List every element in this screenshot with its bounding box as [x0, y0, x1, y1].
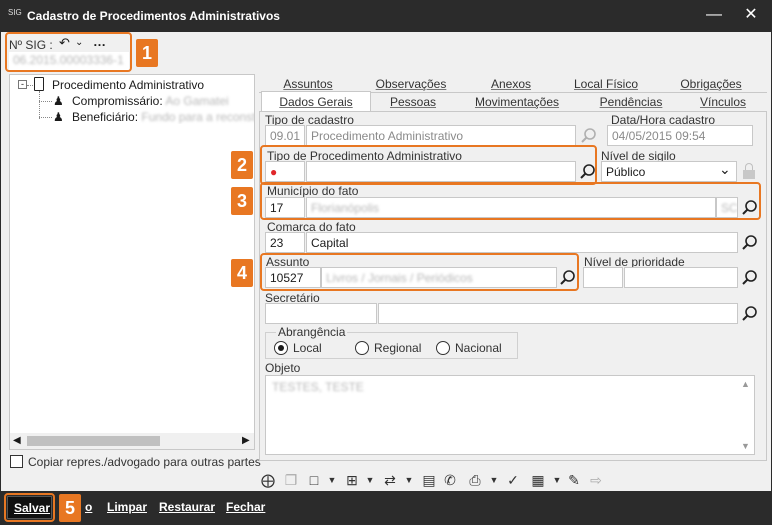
hidden-button-label[interactable]: o — [85, 500, 92, 514]
objeto-value: TESTES, TESTE — [272, 380, 364, 394]
badge-3: 3 — [231, 187, 253, 215]
document-icon — [34, 77, 44, 91]
search-icon[interactable] — [741, 234, 759, 252]
folder-icon[interactable]: □ — [305, 471, 323, 489]
restore-button[interactable]: Restaurar — [159, 500, 215, 514]
prioridade-field[interactable] — [624, 267, 738, 288]
comarca-field[interactable]: Capital — [306, 232, 738, 253]
tree-item-label: Beneficiário: — [72, 110, 139, 124]
copy-checkbox[interactable] — [10, 455, 23, 468]
abrangencia-label: Abrangência — [276, 325, 348, 339]
objeto-label: Objeto — [265, 361, 301, 375]
clear-button[interactable]: Limpar — [107, 500, 147, 514]
highlight-3 — [260, 182, 761, 220]
app-icon-text: SIG — [8, 8, 22, 17]
objeto-textarea[interactable]: TESTES, TESTE — [265, 375, 755, 455]
tab-local-fisico[interactable]: Local Físico — [561, 77, 651, 94]
chevron-down-icon[interactable]: ⌄ — [719, 161, 731, 178]
highlight-1 — [5, 32, 132, 72]
search-icon[interactable] — [741, 305, 759, 323]
window-title: Cadastro de Procedimentos Administrativo… — [27, 9, 280, 23]
person-icon: ♟ — [53, 110, 64, 124]
highlight-4 — [260, 253, 579, 291]
scroll-down-icon[interactable]: ▼ — [741, 441, 750, 451]
scroll-up-icon[interactable]: ▲ — [741, 379, 750, 389]
badge-2: 2 — [231, 151, 253, 179]
lock-icon — [743, 163, 755, 179]
tree-connector — [39, 101, 52, 102]
tab-movimentacoes[interactable]: Movimentações — [461, 95, 573, 112]
app-icon: SIG — [8, 9, 22, 23]
print-icon[interactable]: ⎙ — [466, 471, 484, 489]
hierarchy-icon[interactable]: ⊞ — [343, 471, 361, 489]
tipo-cadastro-code: 09.01 — [265, 125, 305, 146]
tab-obrigacoes[interactable]: Obrigações — [661, 77, 761, 94]
radio-regional[interactable] — [355, 341, 369, 355]
minimize-icon[interactable]: — — [701, 4, 727, 28]
window: SIG Cadastro de Procedimentos Administra… — [0, 0, 772, 525]
person-icon: ♟ — [53, 94, 64, 108]
chevron-down-icon[interactable]: ▼ — [361, 471, 379, 489]
chevron-down-icon[interactable]: ▼ — [548, 471, 566, 489]
prioridade-code[interactable] — [583, 267, 623, 288]
tree-item-value: Fundo para a reconstit — [141, 110, 254, 124]
export-icon: ⇨ — [590, 472, 602, 488]
title-bar: SIG Cadastro de Procedimentos Administra… — [1, 1, 771, 32]
radio-local-label: Local — [293, 341, 322, 355]
copy-icon: ❐ — [284, 472, 298, 488]
badge-4: 4 — [231, 259, 253, 287]
check-circle-icon[interactable]: ✓ — [504, 471, 522, 489]
phone-icon[interactable]: ✆ — [441, 471, 459, 489]
radio-nacional-label: Nacional — [455, 341, 502, 355]
radio-regional-label: Regional — [374, 341, 422, 355]
document-edit-icon[interactable]: ✎ — [565, 471, 583, 489]
horizontal-scrollbar[interactable]: ◀ ▶ — [10, 433, 254, 449]
highlight-5 — [4, 493, 55, 522]
chevron-down-icon[interactable]: ▼ — [485, 471, 503, 489]
tree-item-beneficiario[interactable]: Beneficiário: Fundo para a reconstit — [72, 110, 254, 124]
tree-root[interactable]: Procedimento Administrativo — [52, 78, 204, 92]
tree-connector — [39, 91, 40, 119]
tab-dados-gerais[interactable]: Dados Gerais — [261, 95, 371, 112]
tab-pessoas[interactable]: Pessoas — [373, 95, 453, 112]
badge-5: 5 — [59, 494, 81, 522]
scroll-left-icon[interactable]: ◀ — [13, 435, 21, 446]
tab-observacoes[interactable]: Observações — [361, 77, 461, 94]
radio-nacional[interactable] — [436, 341, 450, 355]
close-button[interactable]: Fechar — [226, 500, 265, 514]
secretario-field[interactable] — [378, 303, 738, 324]
bottom-bar: Salvar 5 o Limpar Restaurar Fechar — [1, 491, 771, 524]
tree-connector — [39, 117, 52, 118]
close-icon[interactable]: ✕ — [738, 4, 764, 28]
sigilo-select[interactable]: Público — [601, 161, 737, 182]
tab-anexos[interactable]: Anexos — [471, 77, 551, 94]
tab-vinculos[interactable]: Vínculos — [685, 95, 761, 112]
tree-panel: - Procedimento Administrativo ♟ Compromi… — [9, 74, 255, 450]
secretario-code[interactable] — [265, 303, 377, 324]
copy-checkbox-label: Copiar repres./advogado para outras part… — [28, 455, 261, 469]
highlight-2 — [260, 145, 597, 185]
chevron-down-icon[interactable]: ▼ — [400, 471, 418, 489]
tree-connector — [27, 85, 33, 86]
data-field: 04/05/2015 09:54 — [607, 125, 753, 146]
scroll-right-icon[interactable]: ▶ — [242, 435, 250, 446]
search-icon — [581, 128, 596, 143]
radio-local[interactable] — [274, 341, 288, 355]
search-icon[interactable] — [741, 269, 759, 287]
transfer-icon[interactable]: ⇄ — [381, 471, 399, 489]
tree-item-label: Compromissário: — [72, 94, 163, 108]
comarca-code[interactable]: 23 — [265, 232, 305, 253]
collapse-icon[interactable]: - — [18, 80, 27, 89]
tab-pendencias[interactable]: Pendências — [581, 95, 681, 112]
documents-icon[interactable]: ▤ — [420, 471, 438, 489]
scrollbar-thumb[interactable] — [27, 436, 160, 446]
tree-item-compromissario[interactable]: Compromissário: Ao Gamatei — [72, 94, 229, 108]
tree-item-value: Ao Gamatei — [165, 94, 229, 108]
badge-1: 1 — [136, 39, 158, 67]
chevron-down-icon[interactable]: ▼ — [323, 471, 341, 489]
tipo-cadastro-field: Procedimento Administrativo — [306, 125, 576, 146]
add-document-icon[interactable]: ⨁ — [259, 471, 277, 489]
sigilo-value: Público — [606, 165, 646, 179]
calendar-icon[interactable]: ▦ — [529, 471, 547, 489]
